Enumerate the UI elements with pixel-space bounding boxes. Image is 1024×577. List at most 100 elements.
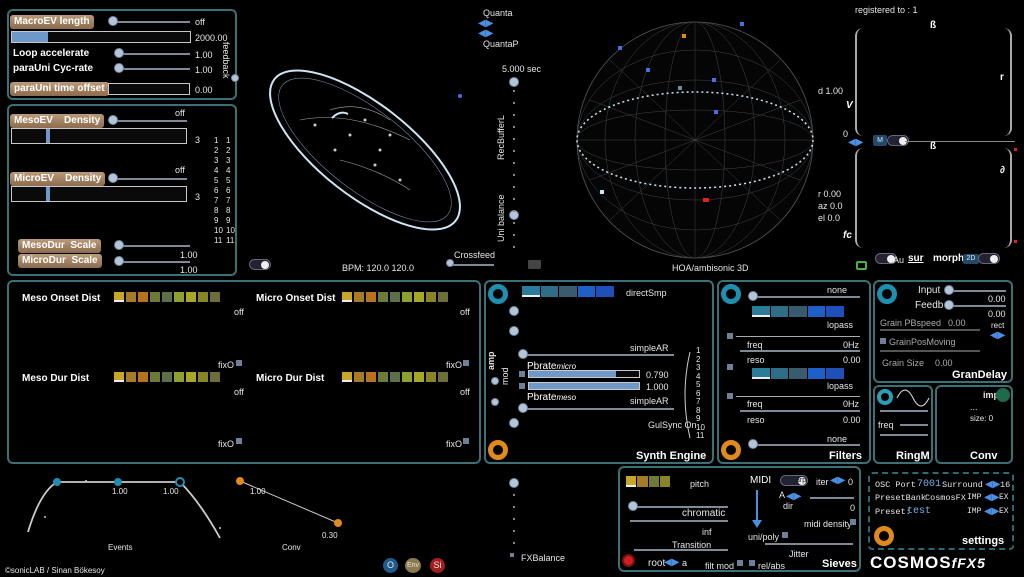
relabs-box[interactable] bbox=[749, 560, 755, 566]
simplear-2-slider[interactable] bbox=[522, 408, 674, 410]
dist-color-cell[interactable] bbox=[354, 292, 364, 302]
dist-color-cell[interactable] bbox=[114, 372, 124, 382]
filters-cells-2[interactable] bbox=[752, 368, 844, 379]
dist-color-cell[interactable] bbox=[126, 292, 136, 302]
loop-accelerate-knob[interactable] bbox=[114, 48, 124, 58]
dist-color-cell[interactable] bbox=[150, 292, 160, 302]
ringm-ring[interactable] bbox=[877, 389, 893, 405]
loop-accelerate-slider[interactable] bbox=[118, 53, 190, 55]
spatial-bottom-pad[interactable] bbox=[855, 148, 1012, 248]
synth-top-ring[interactable] bbox=[488, 284, 508, 304]
filters-box-2[interactable] bbox=[727, 364, 733, 370]
dist-color-cell[interactable] bbox=[114, 292, 124, 302]
dist-color-cell[interactable] bbox=[186, 372, 196, 382]
surround-arrows-icon[interactable]: ◀▶ bbox=[985, 479, 1000, 490]
spatial-top-pad[interactable] bbox=[855, 28, 1012, 136]
preset-value[interactable]: test bbox=[907, 506, 931, 517]
pbrate-micro-bar[interactable] bbox=[528, 370, 640, 378]
spatial-left-arrows-icon[interactable]: ◀▶ bbox=[848, 137, 863, 148]
jitter-slider[interactable] bbox=[765, 543, 853, 545]
dist-color-cell[interactable] bbox=[426, 372, 436, 382]
osc-port-value[interactable]: 7001 bbox=[917, 479, 941, 490]
dist-color-cell[interactable] bbox=[342, 372, 352, 382]
ringm-slider-2[interactable] bbox=[900, 424, 928, 426]
filters-box-1[interactable] bbox=[727, 333, 733, 339]
filtmod-box[interactable] bbox=[737, 560, 743, 566]
events-envelope[interactable] bbox=[20, 472, 230, 544]
filters-none-2-slider[interactable] bbox=[752, 444, 860, 446]
micro-fixo-1-box[interactable] bbox=[463, 360, 469, 366]
chromatic-slider[interactable] bbox=[630, 520, 728, 522]
dist-color-cell[interactable] bbox=[402, 292, 412, 302]
mod-knob[interactable] bbox=[491, 398, 499, 406]
unipoly-box[interactable] bbox=[782, 532, 788, 538]
dist-color-cell[interactable] bbox=[150, 372, 160, 382]
grainpos-box[interactable] bbox=[880, 338, 886, 344]
synth-knob-1[interactable] bbox=[509, 306, 519, 316]
meso-fixo-2-box[interactable] bbox=[236, 438, 242, 444]
micro-fixo-2-box[interactable] bbox=[463, 438, 469, 444]
ex-label-1[interactable]: EX bbox=[999, 493, 1009, 502]
grandelay-feedb-knob[interactable] bbox=[944, 300, 954, 310]
parauni-cycrate-knob[interactable] bbox=[114, 63, 124, 73]
parauni-offset-bar[interactable] bbox=[108, 83, 190, 95]
dist-color-cell[interactable] bbox=[198, 292, 208, 302]
filters-freq-1-slider[interactable] bbox=[740, 350, 860, 352]
dist-color-cell[interactable] bbox=[138, 372, 148, 382]
pitch-knob[interactable] bbox=[628, 501, 638, 511]
filters-cells-1[interactable] bbox=[752, 306, 844, 317]
imp-ex-arrows-icon-1[interactable]: ◀▶ bbox=[984, 492, 999, 503]
fxbalance-knob-top[interactable] bbox=[509, 478, 519, 488]
mesodur-knob[interactable] bbox=[114, 240, 124, 250]
mesodur-slider[interactable] bbox=[118, 245, 190, 247]
dist-color-cell[interactable] bbox=[438, 372, 448, 382]
dist-color-cell[interactable] bbox=[366, 372, 376, 382]
pbrate-micro-box[interactable] bbox=[519, 371, 525, 377]
imp-label-2[interactable]: IMP bbox=[967, 507, 981, 516]
filters-bottom-ring[interactable] bbox=[721, 440, 741, 460]
feedback-knob[interactable] bbox=[231, 74, 239, 82]
camera-icon[interactable] bbox=[856, 261, 867, 270]
macro-length-knob[interactable] bbox=[108, 16, 118, 26]
microev-slider[interactable] bbox=[112, 178, 187, 180]
filters-none-1-knob[interactable] bbox=[748, 291, 758, 301]
dist-color-cell[interactable] bbox=[438, 292, 448, 302]
parauni-cycrate-slider[interactable] bbox=[118, 68, 190, 70]
record-button[interactable] bbox=[622, 554, 635, 567]
crossfeed-knob[interactable] bbox=[446, 259, 454, 267]
grainpb-bar[interactable] bbox=[880, 329, 980, 331]
microev-knob[interactable] bbox=[108, 173, 118, 183]
ringm-slider-1[interactable] bbox=[880, 410, 928, 412]
mesoev-bar[interactable] bbox=[11, 128, 187, 144]
transition-slider[interactable] bbox=[634, 549, 728, 551]
dist-color-cell[interactable] bbox=[174, 372, 184, 382]
macro-length-bar[interactable] bbox=[11, 31, 191, 43]
filters-freq-2-slider[interactable] bbox=[740, 410, 860, 412]
simplear-1-knob[interactable] bbox=[518, 349, 528, 359]
conv-envelope[interactable] bbox=[235, 476, 345, 536]
synth-knob-2[interactable] bbox=[509, 326, 519, 336]
sur-label[interactable]: sur bbox=[908, 253, 924, 264]
fxbalance-box[interactable] bbox=[510, 553, 514, 557]
dist-color-cell[interactable] bbox=[174, 292, 184, 302]
grandelay-feedb-slider[interactable] bbox=[948, 305, 1006, 307]
grandelay-input-slider[interactable] bbox=[948, 290, 1006, 292]
pbrate-meso-box[interactable] bbox=[519, 383, 525, 389]
dist-color-cell[interactable] bbox=[198, 372, 208, 382]
grainpos-bar[interactable] bbox=[880, 350, 980, 352]
synth-knob-3[interactable] bbox=[509, 418, 519, 428]
dist-color-cell[interactable] bbox=[162, 372, 172, 382]
dist-color-cell[interactable] bbox=[126, 372, 136, 382]
grandelay-ring[interactable] bbox=[877, 284, 897, 304]
dist-color-cell[interactable] bbox=[342, 292, 352, 302]
ringm-slider-3[interactable] bbox=[880, 434, 928, 436]
meso-fixo-1-box[interactable] bbox=[236, 360, 242, 366]
amp-knob[interactable] bbox=[491, 377, 499, 385]
si-button[interactable]: Si bbox=[430, 558, 445, 573]
dist-color-cell[interactable] bbox=[426, 292, 436, 302]
pbrate-meso-bar[interactable] bbox=[528, 382, 640, 390]
dist-color-cell[interactable] bbox=[402, 372, 412, 382]
dist-color-cell[interactable] bbox=[210, 372, 220, 382]
microev-bar[interactable] bbox=[11, 186, 187, 202]
m-button[interactable]: M bbox=[873, 135, 887, 146]
